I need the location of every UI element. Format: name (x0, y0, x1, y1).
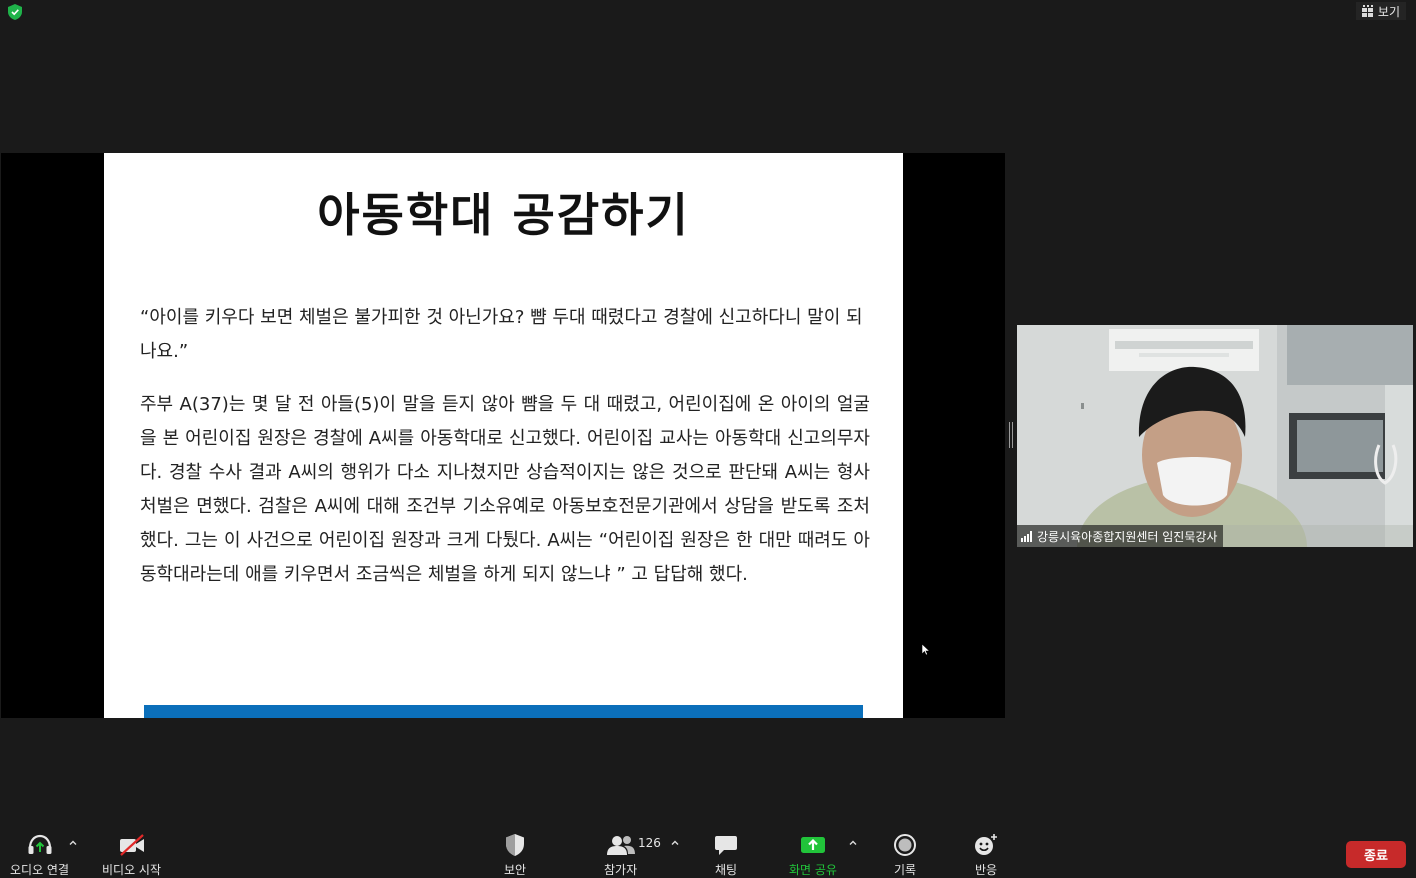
presentation-slide: 아동학대 공감하기 “아이를 키우다 보면 체벌은 불가피한 것 아닌가요? 뺨… (104, 153, 903, 718)
view-label: 보기 (1377, 4, 1400, 19)
record-button[interactable]: 기록 (893, 832, 917, 878)
security-label: 보안 (504, 863, 527, 877)
participant-name-tag: 강릉시육아종합지원센터 임진묵강사 (1017, 525, 1224, 547)
slide-quote: “아이를 키우다 보면 체벌은 불가피한 것 아닌가요? 뺨 두대 때렸다고 경… (140, 307, 863, 362)
video-label: 비디오 시작 (102, 863, 162, 877)
end-meeting-button[interactable]: 종료 (1346, 841, 1406, 868)
chat-button[interactable]: 채팅 (714, 832, 738, 878)
reactions-label: 반응 (974, 863, 998, 877)
audio-label: 오디오 연결 (10, 863, 70, 877)
slide-footer-bar (144, 705, 863, 718)
grid-view-icon (1361, 5, 1373, 17)
headphones-icon (28, 834, 51, 854)
security-shield-icon[interactable] (8, 4, 22, 20)
share-label: 화면 공유 (789, 863, 837, 877)
share-options-caret-icon[interactable] (848, 838, 858, 848)
participants-icon (606, 836, 635, 855)
view-button[interactable]: 보기 (1355, 2, 1406, 20)
meeting-toolbar: 오디오 연결 비디오 시작 보안 참가자 126 채팅 화면 공유 기록 반응 … (0, 826, 1416, 878)
share-screen-button[interactable]: 화면 공유 (789, 832, 837, 878)
reactions-button[interactable]: 반응 (973, 832, 999, 878)
shared-screen: 아동학대 공감하기 “아이를 키우다 보면 체벌은 불가피한 것 아닌가요? 뺨… (1, 153, 1005, 718)
participant-video-tile[interactable]: 강릉시육아종합지원센터 임진묵강사 (1017, 325, 1413, 547)
participants-count: 126 (638, 836, 661, 850)
record-icon (894, 834, 916, 856)
video-off-icon (119, 834, 144, 856)
participants-label: 참가자 (604, 863, 638, 877)
slide-title: 아동학대 공감하기 (317, 188, 690, 242)
video-feed (1017, 325, 1413, 547)
record-label: 기록 (893, 863, 917, 877)
audio-options-caret-icon[interactable] (68, 838, 78, 848)
participants-button[interactable]: 참가자 (604, 832, 637, 878)
slide-body: 주부 A(37)는 몇 달 전 아들(5)이 말을 듣지 않아 뺨을 두 대 때… (140, 394, 870, 585)
emoji-reaction-icon (975, 834, 997, 855)
security-button[interactable]: 보안 (504, 832, 526, 878)
chat-bubble-icon (715, 836, 737, 855)
share-screen-icon (800, 837, 825, 853)
mouse-cursor-icon (922, 644, 930, 656)
chat-label: 채팅 (714, 863, 738, 877)
panel-resize-handle[interactable] (1009, 422, 1014, 448)
shield-icon (506, 834, 525, 856)
signal-strength-icon (1021, 530, 1032, 542)
participants-options-caret-icon[interactable] (670, 838, 680, 848)
start-video-button[interactable]: 비디오 시작 (102, 832, 161, 878)
audio-connect-button[interactable]: 오디오 연결 (10, 832, 69, 878)
participant-name: 강릉시육아종합지원센터 임진묵강사 (1037, 529, 1218, 544)
